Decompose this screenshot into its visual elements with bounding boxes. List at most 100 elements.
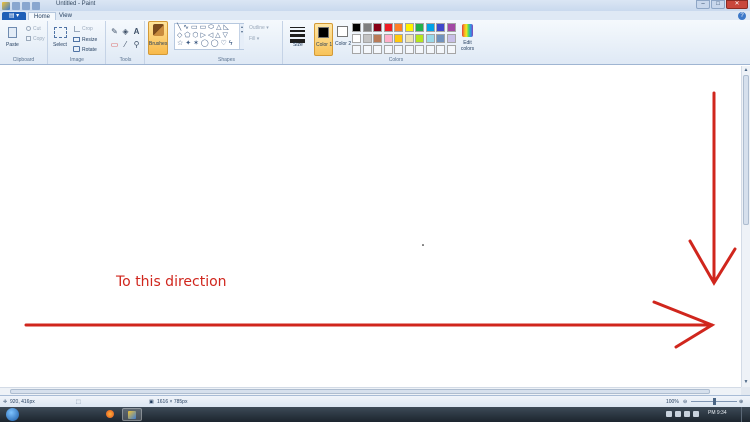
- palette-swatch[interactable]: [404, 23, 414, 32]
- custom-color-slot[interactable]: [362, 45, 372, 54]
- tray-up-arrow-icon[interactable]: [666, 411, 672, 417]
- shape-callout-rect[interactable]: ◯: [201, 40, 209, 47]
- palette-swatch[interactable]: [383, 34, 393, 43]
- custom-color-slot[interactable]: [404, 45, 414, 54]
- size-group[interactable]: Size: [284, 21, 311, 64]
- taskbar-paint[interactable]: [122, 408, 142, 421]
- palette-swatch[interactable]: [352, 34, 361, 43]
- color1-button[interactable]: Color 1: [314, 23, 333, 56]
- palette-swatch[interactable]: [415, 34, 424, 43]
- palette-swatch[interactable]: [425, 34, 435, 43]
- palette-swatch[interactable]: [352, 23, 361, 32]
- custom-color-slot[interactable]: [352, 45, 361, 54]
- drawing-canvas[interactable]: To this direction: [0, 66, 741, 387]
- zoom-out-icon[interactable]: ⊖: [683, 399, 687, 405]
- scroll-up-icon[interactable]: ▲: [742, 66, 750, 74]
- palette-swatch[interactable]: [362, 23, 372, 32]
- shape-lightning[interactable]: ϟ: [229, 40, 233, 47]
- taskbar-clock[interactable]: PM 9:34: [708, 410, 727, 416]
- scroll-down-icon[interactable]: ▼: [742, 378, 750, 386]
- close-button[interactable]: ✕: [726, 0, 748, 9]
- shape-star-five[interactable]: ☆: [177, 40, 183, 47]
- custom-color-slot[interactable]: [425, 45, 435, 54]
- select-icon[interactable]: [54, 27, 67, 38]
- shape-star-six[interactable]: ✶: [193, 40, 199, 47]
- size-button[interactable]: Size: [293, 42, 303, 48]
- eraser-icon[interactable]: ▭: [110, 40, 119, 49]
- shape-left-arrow[interactable]: ◁: [208, 32, 213, 39]
- tray-network-icon[interactable]: [684, 411, 690, 417]
- shape-rectangle[interactable]: ▭: [191, 24, 198, 31]
- palette-swatch[interactable]: [446, 23, 456, 32]
- shapes-gallery-scroll[interactable]: ▴ ▾: [239, 24, 244, 49]
- shape-right-arrow[interactable]: ▷: [200, 32, 205, 39]
- start-button-icon[interactable]: [6, 408, 19, 421]
- shape-right-triangle[interactable]: ◺: [223, 24, 228, 31]
- help-icon[interactable]: ?: [738, 12, 746, 20]
- select-button[interactable]: Select: [53, 42, 67, 48]
- palette-swatch[interactable]: [394, 34, 403, 43]
- color-picker-icon[interactable]: ⁄: [121, 40, 130, 49]
- palette-swatch[interactable]: [415, 23, 424, 32]
- shape-heart[interactable]: ♡: [220, 40, 226, 47]
- custom-color-slot[interactable]: [394, 45, 403, 54]
- tray-flag-icon[interactable]: [675, 411, 681, 417]
- palette-swatch[interactable]: [373, 23, 382, 32]
- custom-color-slot[interactable]: [373, 45, 382, 54]
- zoom-in-icon[interactable]: ⊕: [739, 399, 743, 405]
- cut-button[interactable]: Cut: [33, 26, 41, 32]
- taskbar-firefox[interactable]: [100, 408, 120, 421]
- horizontal-scroll-thumb[interactable]: [10, 389, 710, 394]
- shape-oval[interactable]: ⬭: [208, 24, 214, 31]
- custom-color-slot[interactable]: [436, 45, 445, 54]
- minimize-button[interactable]: –: [696, 0, 710, 9]
- redo-quick-icon[interactable]: [32, 1, 40, 10]
- paste-button[interactable]: Paste: [6, 42, 19, 48]
- shape-line[interactable]: ╲: [177, 24, 181, 31]
- vertical-scroll-thumb[interactable]: [743, 75, 749, 225]
- vertical-scrollbar[interactable]: ▲ ▼: [741, 66, 750, 387]
- paint-app-icon[interactable]: [2, 1, 10, 10]
- shape-rounded-rectangle[interactable]: ▭: [200, 24, 207, 31]
- palette-swatch[interactable]: [383, 23, 393, 32]
- resize-button[interactable]: Resize: [82, 37, 97, 43]
- palette-swatch[interactable]: [373, 34, 382, 43]
- palette-swatch[interactable]: [446, 34, 456, 43]
- undo-quick-icon[interactable]: [22, 1, 30, 10]
- color2-button[interactable]: Color 2: [335, 23, 351, 56]
- show-desktop-button[interactable]: [741, 407, 750, 422]
- custom-color-slot[interactable]: [383, 45, 393, 54]
- palette-swatch[interactable]: [362, 34, 372, 43]
- shape-pentagon[interactable]: ⬠: [184, 32, 190, 39]
- tray-volume-icon[interactable]: [693, 411, 699, 417]
- paste-icon[interactable]: [8, 27, 17, 38]
- palette-swatch[interactable]: [436, 34, 445, 43]
- text-icon[interactable]: A: [132, 27, 141, 36]
- crop-button[interactable]: Crop: [82, 26, 93, 32]
- shape-diamond[interactable]: ◇: [177, 32, 182, 39]
- shape-star-four[interactable]: ✦: [185, 40, 191, 47]
- outline-dropdown[interactable]: Outline ▾: [249, 25, 269, 31]
- palette-swatch[interactable]: [436, 23, 445, 32]
- zoom-slider-thumb[interactable]: [713, 398, 716, 405]
- palette-swatch[interactable]: [394, 23, 403, 32]
- horizontal-scrollbar[interactable]: [0, 387, 741, 395]
- shape-curve[interactable]: ∿: [183, 24, 189, 31]
- copy-button[interactable]: Copy: [33, 36, 45, 42]
- brushes-button[interactable]: Brushes: [148, 21, 168, 55]
- fill-dropdown[interactable]: Fill ▾: [249, 36, 259, 42]
- custom-color-slot[interactable]: [446, 45, 456, 54]
- rotate-button[interactable]: Rotate: [82, 47, 97, 53]
- shape-triangle[interactable]: △: [216, 24, 221, 31]
- save-quick-icon[interactable]: [12, 1, 20, 10]
- maximize-button[interactable]: □: [711, 0, 725, 9]
- shape-up-arrow[interactable]: △: [215, 32, 220, 39]
- shape-down-arrow[interactable]: ▽: [223, 32, 228, 39]
- shape-callout-oval[interactable]: ◯: [211, 40, 219, 47]
- custom-color-slot[interactable]: [415, 45, 424, 54]
- magnifier-icon[interactable]: ⚲: [132, 40, 141, 49]
- edit-colors-button[interactable]: Edit colors: [459, 23, 476, 56]
- palette-swatch[interactable]: [425, 23, 435, 32]
- pencil-icon[interactable]: ✎: [110, 27, 119, 36]
- shape-hexagon[interactable]: ⬡: [192, 32, 198, 39]
